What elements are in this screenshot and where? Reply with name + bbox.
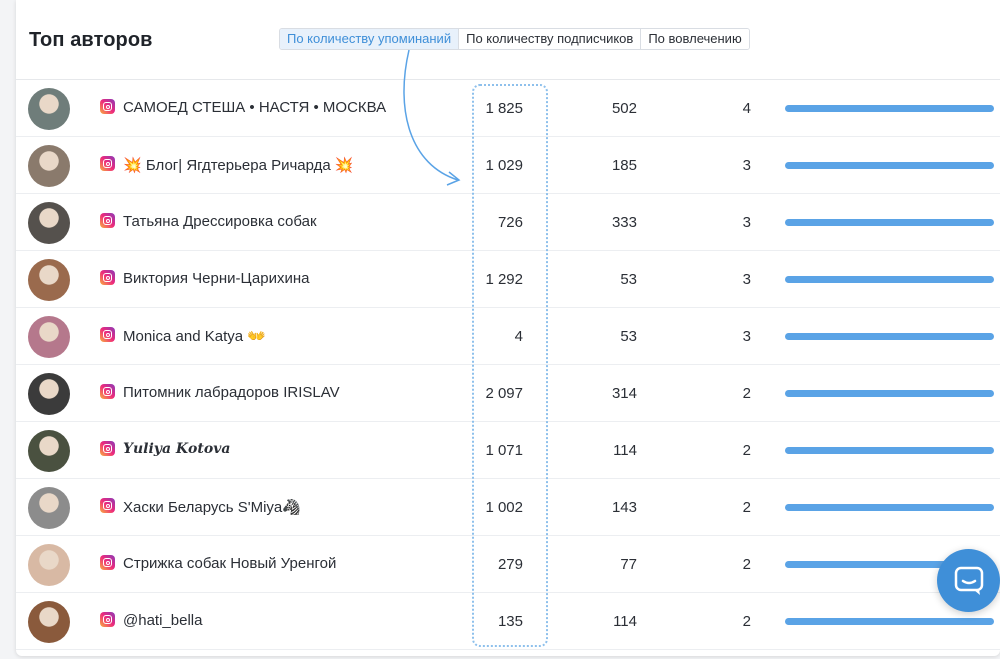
table-row[interactable]: Питомник лабрадоров IRISLAV 2 097 314 2 [16, 365, 1000, 422]
author-name[interactable]: Питомник лабрадоров IRISLAV [123, 384, 340, 401]
followers-count: 502 [611, 100, 637, 117]
followers-count: 114 [613, 613, 637, 630]
avatar[interactable] [28, 88, 70, 130]
engagement-bar [785, 504, 994, 511]
followers-count: 53 [620, 271, 637, 288]
avatar[interactable] [28, 430, 70, 472]
avatar[interactable] [28, 544, 70, 586]
author-name[interactable]: Виктория Черни-Царихина [123, 270, 310, 287]
engagement-bar [785, 447, 994, 454]
mentions-count: 1 002 [485, 499, 523, 516]
instagram-icon [100, 327, 115, 342]
author-name[interactable]: 𝒀𝒖𝒍𝒊𝒚𝒂 𝑲𝒐𝒕𝒐𝒗𝒂 [123, 441, 230, 457]
engagement-value: 3 [742, 328, 751, 345]
mentions-count: 726 [497, 214, 523, 231]
followers-count: 333 [611, 214, 637, 231]
table-row[interactable]: Хаски Беларусь S'Miya🦓 1 002 143 2 [16, 479, 1000, 536]
chat-button[interactable] [937, 549, 1000, 612]
engagement-value: 3 [742, 157, 751, 174]
author-name[interactable]: 💥 Блог| Ягдтерьера Ричарда 💥 [123, 156, 354, 174]
followers-count: 143 [611, 499, 637, 516]
author-name[interactable]: САМОЕД СТЕША • НАСТЯ • МОСКВА [123, 99, 386, 116]
followers-count: 185 [611, 157, 637, 174]
followers-count: 53 [620, 328, 637, 345]
table-row[interactable]: Виктория Черни-Царихина 1 292 53 3 [16, 251, 1000, 308]
table-row[interactable]: 💥 Блог| Ягдтерьера Ричарда 💥 1 029 185 3 [16, 137, 1000, 194]
engagement-bar [785, 162, 994, 169]
engagement-value: 2 [742, 385, 751, 402]
author-name[interactable]: Татьяна Дрессировка собак [123, 213, 317, 230]
followers-count: 114 [613, 442, 637, 459]
table-row[interactable]: @hati_bella 135 114 2 [16, 593, 1000, 650]
table-row[interactable]: Стрижка собак Новый Уренгой 279 77 2 [16, 536, 1000, 593]
table-row[interactable]: Татьяна Дрессировка собак 726 333 3 [16, 194, 1000, 251]
avatar[interactable] [28, 487, 70, 529]
tab-engagement[interactable]: По вовлечению [640, 29, 749, 49]
followers-count: 314 [611, 385, 637, 402]
engagement-bar [785, 276, 994, 283]
mentions-count: 1 071 [485, 442, 523, 459]
author-name[interactable]: Хаски Беларусь S'Miya🦓 [123, 498, 301, 516]
instagram-icon [100, 612, 115, 627]
engagement-bar [785, 219, 994, 226]
author-name[interactable]: Monica and Katya 👐 [123, 327, 266, 345]
engagement-value: 2 [742, 442, 751, 459]
engagement-bar [785, 618, 994, 625]
instagram-icon [100, 156, 115, 171]
mentions-count: 135 [497, 613, 523, 630]
instagram-icon [100, 99, 115, 114]
engagement-bar [785, 333, 994, 340]
mentions-count: 1 825 [485, 100, 523, 117]
instagram-icon [100, 555, 115, 570]
engagement-value: 2 [742, 556, 751, 573]
mentions-count: 1 029 [485, 157, 523, 174]
instagram-icon [100, 384, 115, 399]
engagement-bar [785, 390, 994, 397]
avatar[interactable] [28, 373, 70, 415]
avatar[interactable] [28, 601, 70, 643]
mentions-count: 4 [514, 328, 523, 345]
followers-count: 77 [620, 556, 637, 573]
author-name[interactable]: @hati_bella [123, 612, 202, 629]
mentions-count: 1 292 [485, 271, 523, 288]
avatar[interactable] [28, 259, 70, 301]
chat-icon [954, 566, 984, 595]
sort-tabs: По количеству упоминаний По количеству п… [279, 28, 750, 50]
engagement-value: 4 [742, 100, 751, 117]
engagement-value: 3 [742, 271, 751, 288]
page-title: Топ авторов [29, 29, 153, 51]
mentions-count: 2 097 [485, 385, 523, 402]
table-row[interactable]: САМОЕД СТЕША • НАСТЯ • МОСКВА 1 825 502 … [16, 80, 1000, 137]
tab-followers[interactable]: По количеству подписчиков [458, 29, 641, 49]
engagement-value: 2 [742, 499, 751, 516]
author-name[interactable]: Стрижка собак Новый Уренгой [123, 555, 336, 572]
table-row[interactable]: 𝒀𝒖𝒍𝒊𝒚𝒂 𝑲𝒐𝒕𝒐𝒗𝒂 1 071 114 2 [16, 422, 1000, 479]
engagement-value: 2 [742, 613, 751, 630]
avatar[interactable] [28, 316, 70, 358]
engagement-value: 3 [742, 214, 751, 231]
authors-table: САМОЕД СТЕША • НАСТЯ • МОСКВА 1 825 502 … [16, 80, 1000, 650]
instagram-icon [100, 270, 115, 285]
table-row[interactable]: Monica and Katya 👐 4 53 3 [16, 308, 1000, 365]
engagement-bar [785, 105, 994, 112]
tab-mentions[interactable]: По количеству упоминаний [280, 29, 459, 49]
instagram-icon [100, 213, 115, 228]
avatar[interactable] [28, 202, 70, 244]
instagram-icon [100, 441, 115, 456]
mentions-count: 279 [497, 556, 523, 573]
top-authors-card: Топ авторов По количеству упоминаний По … [16, 0, 1000, 656]
instagram-icon [100, 498, 115, 513]
avatar[interactable] [28, 145, 70, 187]
